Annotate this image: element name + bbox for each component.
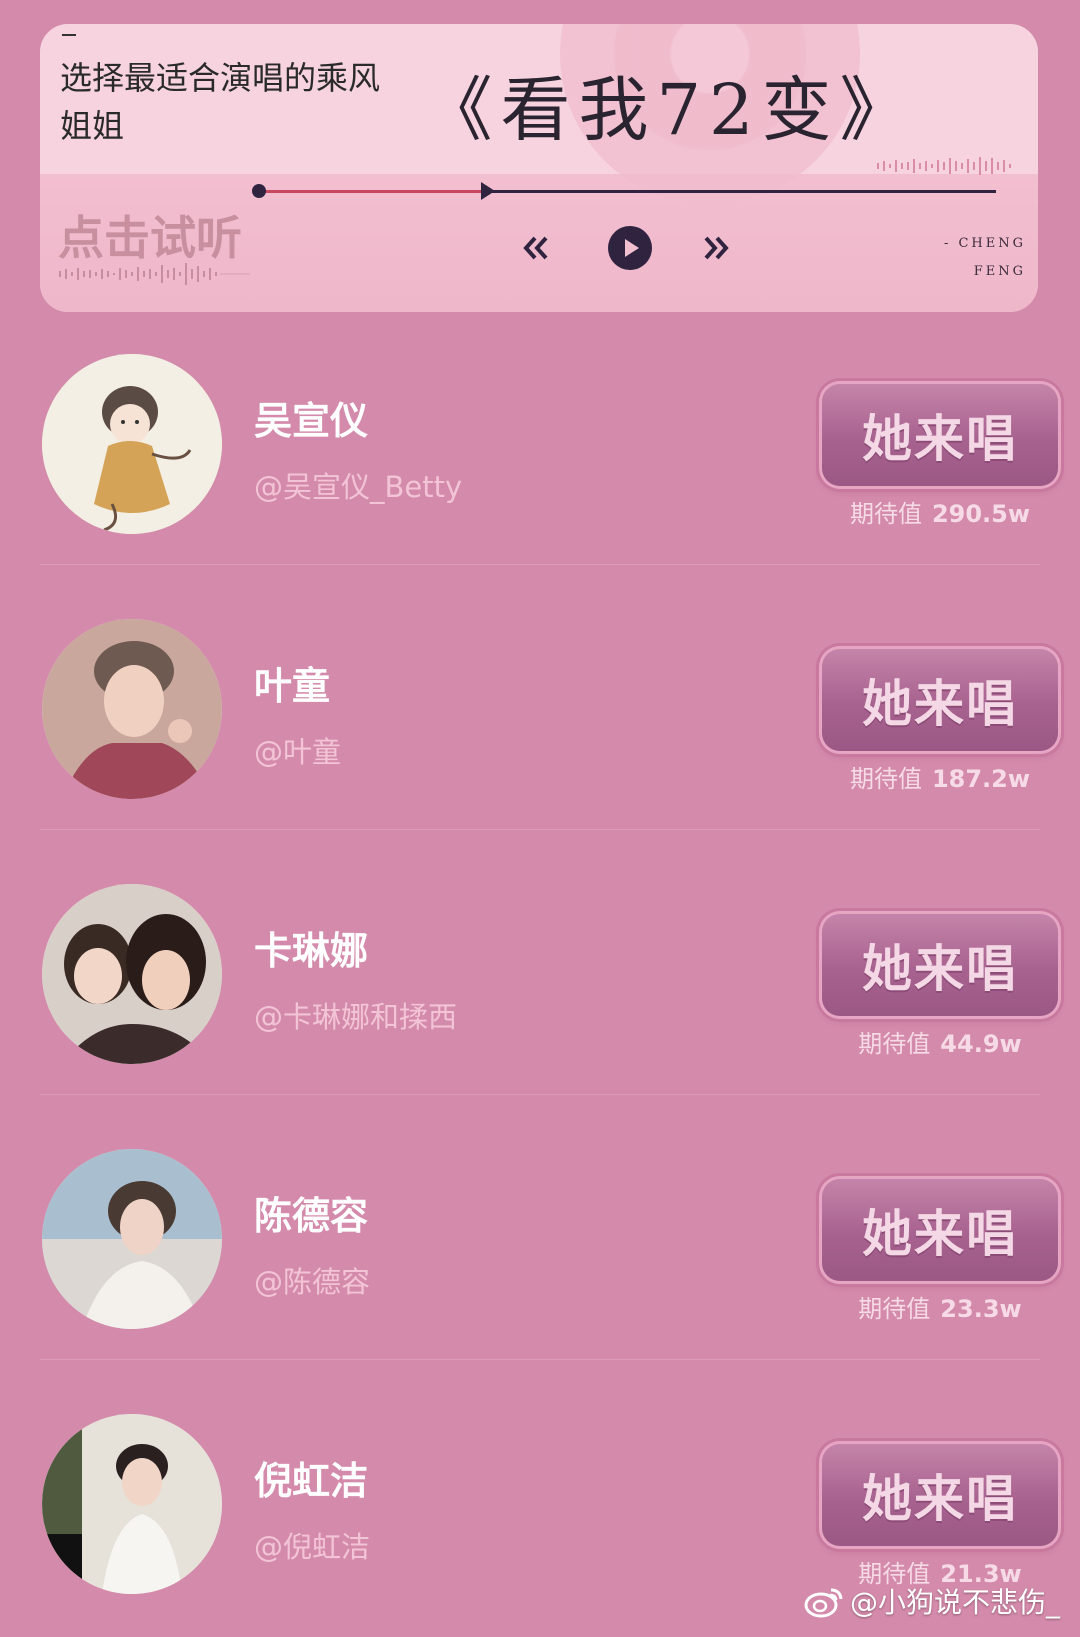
singer-handle[interactable]: @倪虹洁 [254,1524,370,1566]
expectation-count: 期待值 187.2w [822,759,1058,794]
expectation-count: 期待值 44.9w [822,1024,1058,1059]
singer-name: 叶童 [254,664,331,708]
she-sings-button-label: 她来唱 [862,1469,1018,1528]
vote-prompt: 选择最适合演唱的乘风姐姐 [60,59,381,145]
she-sings-button[interactable]: 她来唱 [822,1444,1058,1546]
progress-thumb[interactable] [480,182,495,200]
expectation-label: 期待值 [858,1295,931,1323]
she-sings-button[interactable]: 她来唱 [822,649,1058,751]
singer-name: 陈德容 [254,1194,369,1238]
avatar [42,884,222,1064]
singer-name: 吴宣仪 [254,399,369,443]
avatar [42,354,222,534]
expectation-label: 期待值 [849,765,922,793]
expectation-value: 187.2w [931,765,1031,793]
singer-row: 陈德容 @陈德容 她来唱 期待值 23.3w [0,1107,1080,1372]
expectation-value: 290.5w [931,500,1031,528]
singer-row: 吴宣仪 @吴宣仪_Betty 她来唱 期待值 290.5w [0,312,1080,577]
she-sings-button-label: 她来唱 [862,674,1018,733]
singer-list: 吴宣仪 @吴宣仪_Betty 她来唱 期待值 290.5w 叶童 @叶童 她来唱 … [0,312,1080,1637]
singer-name: 卡琳娜 [254,929,369,973]
singer-row: 卡琳娜 @卡琳娜和揉西 她来唱 期待值 44.9w [0,842,1080,1107]
song-title: 《看我72变》 [422,69,918,151]
singer-handle[interactable]: @卡琳娜和揉西 [254,994,457,1036]
previous-button[interactable] [512,224,560,272]
portrait-avatar-image [42,1149,222,1329]
singer-handle[interactable]: @吴宣仪_Betty [254,464,462,506]
play-icon [625,239,639,257]
row-divider [40,1094,1040,1095]
she-sings-button[interactable]: 她来唱 [822,914,1058,1016]
row-divider [40,1359,1040,1360]
double-chevron-left-icon [523,236,548,260]
decorative-dash [62,34,76,36]
she-sings-button[interactable]: 她来唱 [822,1179,1058,1281]
credit-text: - CHENG FENG [944,230,1026,286]
she-sings-button-label: 她来唱 [862,939,1018,998]
watermark: @小狗说不悲伤_ [804,1581,1060,1621]
cartoon-avatar-image [42,354,222,534]
credit-line: FENG [973,264,1026,279]
credit-line: - CHENG [943,236,1026,251]
waveform-decoration [59,263,250,285]
expectation-label: 期待值 [858,1030,931,1058]
avatar [42,619,222,799]
portrait-avatar-image [42,619,222,799]
portrait-avatar-image [42,884,222,1064]
singer-name: 倪虹洁 [254,1459,369,1503]
avatar [42,1149,222,1329]
row-divider [40,829,1040,830]
weibo-icon [804,1588,843,1618]
row-divider [40,564,1040,565]
progress-start-dot [252,184,266,198]
song-player-card: 选择最适合演唱的乘风姐姐 《看我72变》 点击试听 - CHENG FENG [40,24,1038,312]
watermark-text: @小狗说不悲伤_ [849,1586,1060,1619]
singer-handle[interactable]: @叶童 [254,729,341,771]
next-button[interactable] [692,224,740,272]
she-sings-button-label: 她来唱 [862,1204,1018,1263]
expectation-count: 期待值 23.3w [822,1289,1058,1324]
expectation-value: 23.3w [940,1295,1022,1323]
she-sings-button[interactable]: 她来唱 [822,384,1058,486]
expectation-count: 期待值 290.5w [822,494,1058,529]
progress-played [260,190,481,193]
singer-handle[interactable]: @陈德容 [254,1259,370,1301]
expectation-value: 44.9w [940,1030,1022,1058]
double-chevron-right-icon [704,236,729,260]
portrait-avatar-image [42,1414,222,1594]
waveform-decoration [877,157,1011,175]
singer-row: 叶童 @叶童 她来唱 期待值 187.2w [0,577,1080,842]
she-sings-button-label: 她来唱 [862,409,1018,468]
avatar [42,1414,222,1594]
expectation-label: 期待值 [849,500,922,528]
listen-label[interactable]: 点击试听 [58,202,242,268]
play-button[interactable] [608,226,652,270]
